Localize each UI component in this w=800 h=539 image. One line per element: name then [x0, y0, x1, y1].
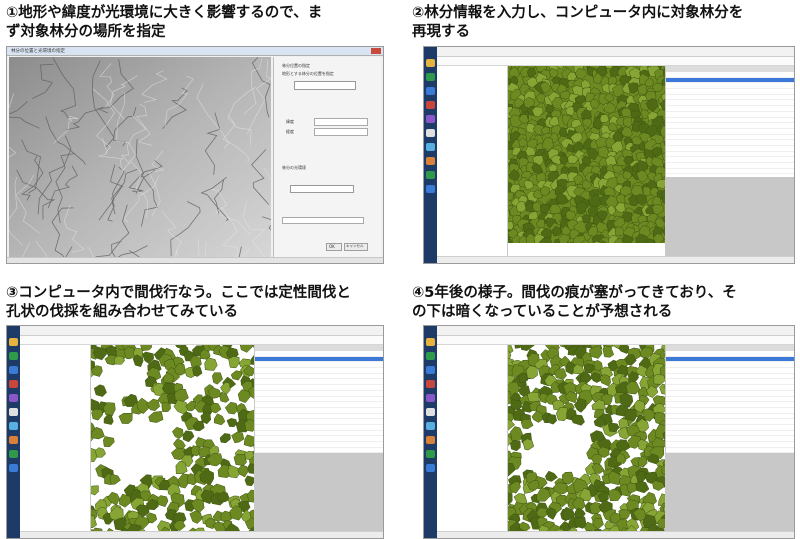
dialog-label-latitude: 緯度 [286, 119, 294, 125]
caption-panel-1: ①地形や緯度が光環境に大きく影響するので、ま ず対象林分の場所を指定 [6, 4, 398, 42]
taskbar-app-icon[interactable] [9, 422, 18, 430]
taskbar-app-icon[interactable] [426, 436, 435, 444]
taskbar-app-icon[interactable] [9, 380, 18, 388]
tree-crown[interactable] [638, 85, 648, 95]
taskbar-app-icon[interactable] [426, 185, 435, 193]
taskbar-app-icon[interactable] [426, 450, 435, 458]
taskbar-app-icon[interactable] [426, 115, 435, 123]
taskbar-app-icon[interactable] [426, 352, 435, 360]
forest-canvas[interactable] [91, 345, 255, 532]
map-statusbar [7, 257, 383, 263]
forest-canvas[interactable] [508, 66, 666, 257]
taskbar-app-icon[interactable] [9, 464, 18, 472]
taskbar [424, 326, 437, 538]
taskbar-app-icon[interactable] [426, 73, 435, 81]
forest-canvas[interactable] [508, 345, 666, 532]
window-titlebar: 林分の位置と光環境の指定 [7, 47, 383, 56]
taskbar-app-icon[interactable] [426, 101, 435, 109]
stand-tree-view[interactable] [20, 345, 91, 532]
taskbar-app-icon[interactable] [9, 436, 18, 444]
taskbar-app-icon[interactable] [426, 129, 435, 137]
toolbar [20, 336, 383, 345]
window-close-icon[interactable] [371, 48, 381, 54]
light-select[interactable] [290, 185, 354, 193]
caption-panel-4-line-1: ④5年後の様子。間伐の痕が塞がってきており、そ [412, 284, 798, 303]
dialog-label-1: 林分位置の指定 [282, 63, 310, 69]
latitude-field[interactable] [314, 118, 368, 126]
stand-tree-view[interactable] [437, 66, 508, 257]
caption-panel-3-line-2: 孔状の伐採を組み合わせてみている [6, 303, 398, 322]
toolbar [437, 57, 794, 66]
taskbar-app-icon[interactable] [426, 171, 435, 179]
screenshot-stand-reproduced [423, 46, 795, 264]
canvas-margin [508, 243, 666, 257]
taskbar-app-icon[interactable] [9, 394, 18, 402]
taskbar [7, 326, 20, 538]
taskbar [424, 47, 437, 263]
screenshot-location-picker: 林分の位置と光環境の指定 林分位置の指定 地形とする林分の位置を指定 緯度 経度… [6, 46, 384, 264]
caption-panel-2: ②林分情報を入力し、コンピュータ内に対象林分を 再現する [412, 4, 798, 42]
screenshot-five-years-later [423, 325, 795, 539]
dialog-label-light: 林分の光環境 [282, 165, 306, 171]
taskbar-app-icon[interactable] [426, 422, 435, 430]
property-grid[interactable] [254, 345, 383, 532]
dialog-select[interactable] [294, 81, 356, 90]
menu-bar [437, 326, 794, 336]
taskbar-app-icon[interactable] [426, 59, 435, 67]
caption-panel-1-line-1: ①地形や緯度が光環境に大きく影響するので、ま [6, 4, 398, 23]
screenshot-thinning [6, 325, 384, 539]
property-grid[interactable] [665, 345, 794, 532]
longitude-field[interactable] [314, 128, 368, 136]
status-bar [437, 256, 794, 263]
tree-crown[interactable] [234, 454, 247, 465]
property-grid-empty-area [255, 453, 383, 532]
location-dialog: 林分位置の指定 地形とする林分の位置を指定 緯度 経度 林分の光環境 OK キャ… [273, 57, 381, 257]
toolbar [437, 336, 794, 345]
menu-bar [437, 47, 794, 57]
caption-panel-1-line-2: ず対象林分の場所を指定 [6, 23, 398, 42]
taskbar-app-icon[interactable] [426, 338, 435, 346]
taskbar-app-icon[interactable] [9, 366, 18, 374]
taskbar-app-icon[interactable] [426, 157, 435, 165]
taskbar-app-icon[interactable] [426, 380, 435, 388]
caption-panel-3-line-1: ③コンピュータ内で間伐行なう。ここでは定性間伐と [6, 284, 398, 303]
taskbar-app-icon[interactable] [426, 408, 435, 416]
tree-crown[interactable] [162, 402, 171, 412]
dialog-label-2: 地形とする林分の位置を指定 [282, 71, 334, 77]
property-grid-empty-area [666, 453, 794, 532]
tree-crown[interactable] [619, 509, 630, 519]
taskbar-app-icon[interactable] [9, 338, 18, 346]
terrain-map[interactable] [9, 57, 271, 257]
window-title: 林分の位置と光環境の指定 [11, 48, 65, 54]
caption-panel-4-line-2: の下は暗くなっていることが予想される [412, 303, 798, 322]
caption-panel-4: ④5年後の様子。間伐の痕が塞がってきており、そ の下は暗くなっていることが予想さ… [412, 284, 798, 322]
cancel-button[interactable]: キャンセル [344, 243, 368, 251]
caption-panel-2-line-1: ②林分情報を入力し、コンピュータ内に対象林分を [412, 4, 798, 23]
tree-crown[interactable] [600, 115, 609, 123]
taskbar-app-icon[interactable] [9, 352, 18, 360]
menu-bar [20, 326, 383, 336]
taskbar-app-icon[interactable] [426, 143, 435, 151]
progress-bar [282, 217, 364, 224]
tree-crown[interactable] [527, 392, 539, 402]
caption-panel-2-line-2: 再現する [412, 23, 798, 42]
taskbar-app-icon[interactable] [426, 464, 435, 472]
taskbar-app-icon[interactable] [9, 408, 18, 416]
dialog-label-longitude: 経度 [286, 129, 294, 135]
taskbar-app-icon[interactable] [426, 394, 435, 402]
taskbar-app-icon[interactable] [426, 87, 435, 95]
taskbar-app-icon[interactable] [9, 450, 18, 458]
taskbar-app-icon[interactable] [426, 366, 435, 374]
property-grid[interactable] [665, 66, 794, 257]
ok-button[interactable]: OK [326, 243, 342, 251]
property-grid-empty-area [666, 177, 794, 257]
caption-panel-3: ③コンピュータ内で間伐行なう。ここでは定性間伐と 孔状の伐採を組み合わせてみてい… [6, 284, 398, 322]
stand-tree-view[interactable] [437, 345, 508, 532]
